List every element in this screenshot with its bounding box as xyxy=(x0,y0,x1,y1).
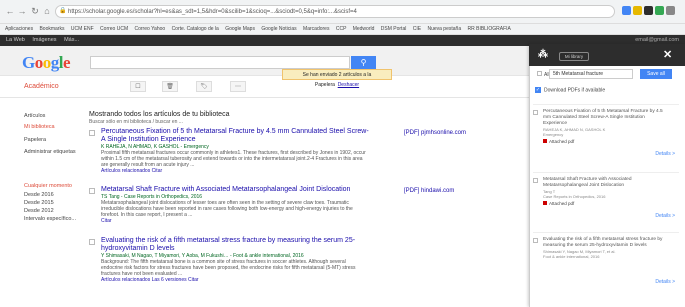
date-custom[interactable]: Intervalo específico... xyxy=(24,216,76,222)
panel-item: Percutaneous Fixation of 5 th Metatarsal… xyxy=(533,104,679,164)
more-icon[interactable]: ⋯ xyxy=(230,81,246,92)
bookmarks-bar: Aplicaciones Bookmarks UCM ENF Correo UC… xyxy=(0,24,685,35)
bookmark[interactable]: Medworld xyxy=(353,26,375,32)
result-snippet: Metatarsophalangeal joint dislocations o… xyxy=(101,200,353,218)
all-checkbox[interactable]: All xyxy=(537,71,550,78)
search-button[interactable]: ⚲ xyxy=(351,56,376,69)
my-library-button[interactable]: Mi library xyxy=(559,52,589,61)
mendeley-icon[interactable] xyxy=(644,6,653,15)
gbar-web[interactable]: La Web xyxy=(6,37,25,43)
google-logo[interactable]: Google xyxy=(22,53,71,73)
bookmark[interactable]: Correo Yahoo xyxy=(135,26,166,32)
result-title[interactable]: Evaluating the risk of a fifth metatarsa… xyxy=(101,237,369,253)
attached-pdf: Attached pdf xyxy=(543,201,679,206)
address-bar[interactable]: https://scholar.google.es/scholar?hl=es&… xyxy=(55,5,615,18)
download-label: Download PDFs if available xyxy=(544,87,606,94)
pdf-link[interactable]: [PDF] pjmhsonline.com xyxy=(404,130,466,136)
bookmark[interactable]: DSM Portal xyxy=(381,26,407,32)
panel-item-source: Case Reports in Orthopedics, 2016 xyxy=(543,194,606,199)
extension-icon[interactable] xyxy=(655,6,664,15)
result-links[interactable]: Citar xyxy=(101,218,369,224)
pdf-icon xyxy=(543,201,547,205)
page-heading: Mostrando todos los artículos de tu bibl… xyxy=(89,111,230,118)
sidebar-item-labels[interactable]: Administrar etiquetas xyxy=(24,149,76,156)
bookmark[interactable]: UCM ENF xyxy=(71,26,94,32)
panel-item-checkbox[interactable] xyxy=(533,238,538,243)
panel-item-source: Emergency xyxy=(543,132,564,137)
panel-item-checkbox[interactable] xyxy=(533,178,538,183)
delete-icon[interactable]: 🗑 xyxy=(162,81,178,92)
lock-icon: 🔒 xyxy=(59,8,67,14)
save-all-button[interactable]: Save all xyxy=(640,69,672,79)
bookmark[interactable]: Aplicaciones xyxy=(5,26,33,32)
date-2015[interactable]: Desde 2015 xyxy=(24,200,54,206)
sidebar-item-articles[interactable]: Artículos xyxy=(24,113,45,119)
panel-item: Evaluating the risk of a fifth metatarsa… xyxy=(533,232,679,292)
sidebar-item-library[interactable]: Mi biblioteca xyxy=(24,124,55,130)
back-icon[interactable]: ← xyxy=(4,5,16,17)
download-pdfs-option[interactable]: ✓ Download PDFs if available xyxy=(535,87,605,93)
bookmark[interactable]: Correo UCM xyxy=(100,26,128,32)
forward-icon[interactable]: → xyxy=(16,5,28,17)
bookmark[interactable]: CIE xyxy=(413,26,421,32)
close-icon[interactable]: ✕ xyxy=(663,48,672,61)
search-input[interactable] xyxy=(90,56,350,69)
details-link[interactable]: Details > xyxy=(655,279,675,285)
bookmark[interactable]: Marcadores xyxy=(303,26,329,32)
result-links[interactable]: Artículos relacionados Citar xyxy=(101,168,369,174)
result-snippet: Proximal fifth metatarsal fractures occu… xyxy=(101,150,366,168)
attached-pdf: Attached pdf xyxy=(543,139,679,144)
label-icon[interactable]: 🏷 xyxy=(196,81,212,92)
pdf-link[interactable]: [PDF] hindawi.com xyxy=(404,188,454,194)
bookmark[interactable]: CCP xyxy=(336,26,346,32)
bookmark[interactable]: Bookmarks xyxy=(39,26,64,32)
result-checkbox[interactable] xyxy=(89,239,95,245)
result-title[interactable]: Percutaneous Fixation of 5 th Metatarsal… xyxy=(101,128,369,144)
attach-label: Attached pdf xyxy=(549,139,575,144)
bookmark[interactable]: Nueva pestaña xyxy=(427,26,461,32)
extension-icons xyxy=(622,6,682,18)
panel-item: Metatarsal Shaft Fracture with Associate… xyxy=(533,172,679,228)
bookmark[interactable]: RR BIBLIOGRAFIA xyxy=(468,26,511,32)
mendeley-logo: ⁂ xyxy=(538,49,548,60)
library-folder-input[interactable]: 5th Metatarsal fracture xyxy=(549,69,633,79)
pdf-icon xyxy=(543,139,547,143)
panel-item-title[interactable]: Evaluating the risk of a fifth metatarsa… xyxy=(543,237,669,249)
date-2012[interactable]: Desde 2012 xyxy=(24,208,54,214)
bookmark[interactable]: Corte. Catalogo de la xyxy=(172,26,219,32)
panel-item-title[interactable]: Percutaneous Fixation of 5 th Metatarsal… xyxy=(543,109,669,127)
menu-icon[interactable] xyxy=(666,6,675,15)
result-links[interactable]: Artículos relacionados Las 6 versiones C… xyxy=(101,277,369,283)
panel-item-title[interactable]: Metatarsal Shaft Fracture with Associate… xyxy=(543,177,669,189)
reload-icon[interactable]: ↻ xyxy=(29,5,41,17)
gbar-more[interactable]: Más... xyxy=(64,37,79,43)
star-icon[interactable] xyxy=(633,6,642,15)
checkmark-icon: ✓ xyxy=(535,87,541,93)
result-checkbox[interactable] xyxy=(89,188,95,194)
search-icon: ⚲ xyxy=(360,58,367,67)
bookmark[interactable]: Google Maps xyxy=(225,26,255,32)
section-title[interactable]: Académico xyxy=(24,83,59,90)
bookmark[interactable]: Google Noticias xyxy=(261,26,296,32)
select-all-checkbox[interactable]: ☐ xyxy=(130,81,146,92)
date-2016[interactable]: Desde 2016 xyxy=(24,192,54,198)
panel-header xyxy=(529,44,685,66)
details-link[interactable]: Details > xyxy=(655,213,675,219)
result-checkbox[interactable] xyxy=(89,130,95,136)
extension-icon[interactable] xyxy=(622,6,631,15)
panel-item-source: Foot & ankle international, 2016 xyxy=(543,254,600,259)
attach-label: Attached pdf xyxy=(549,201,575,206)
page-subheading[interactable]: Buscar sólo en mi biblioteca / buscar en… xyxy=(89,119,183,125)
result-snippet: Background: The fifth metatarsal bone is… xyxy=(101,259,356,277)
result-title[interactable]: Metatarsal Shaft Fracture with Associate… xyxy=(101,186,369,194)
sidebar-item-trash[interactable]: Papelera xyxy=(24,137,46,143)
details-link[interactable]: Details > xyxy=(655,151,675,157)
gbar-images[interactable]: Imágenes xyxy=(32,37,56,43)
date-any[interactable]: Cualquier momento xyxy=(24,183,72,189)
home-icon[interactable]: ⌂ xyxy=(41,5,53,17)
panel-item-checkbox[interactable] xyxy=(533,110,538,115)
